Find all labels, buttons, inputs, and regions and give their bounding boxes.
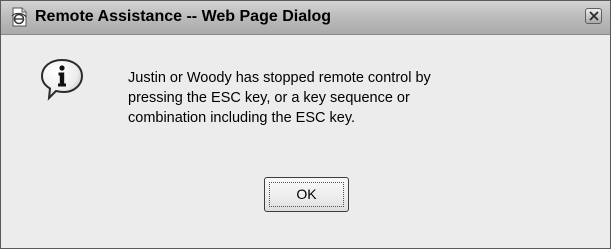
ie-page-icon	[9, 7, 29, 27]
remote-assistance-dialog: Remote Assistance -- Web Page Dialog Jus…	[0, 0, 611, 249]
ok-button[interactable]: OK	[264, 177, 349, 212]
ok-button-label: OK	[296, 186, 317, 202]
title-bar[interactable]: Remote Assistance -- Web Page Dialog	[1, 1, 610, 35]
window-title: Remote Assistance -- Web Page Dialog	[35, 8, 332, 25]
message-line: combination including the ESC key.	[128, 110, 356, 126]
message-line: pressing the ESC key, or a key sequence …	[128, 90, 410, 106]
message-line: Justin or Woody has stopped remote contr…	[128, 70, 431, 86]
message-text: Justin or Woody has stopped remote contr…	[128, 68, 568, 128]
dialog-content: Justin or Woody has stopped remote contr…	[1, 35, 610, 248]
close-button[interactable]	[585, 8, 602, 24]
info-icon	[39, 57, 85, 103]
